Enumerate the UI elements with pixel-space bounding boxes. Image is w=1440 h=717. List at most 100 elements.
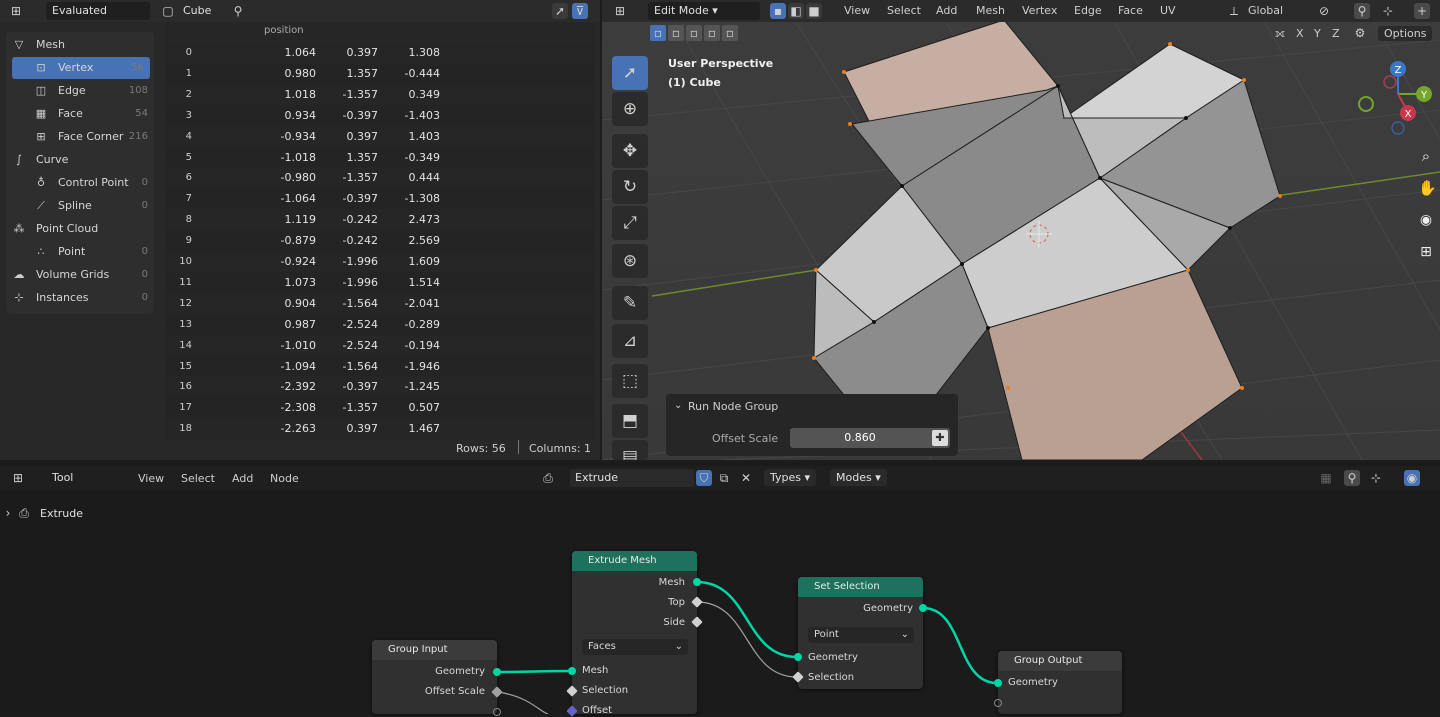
transform-tool-icon[interactable]: ⊛ <box>612 244 648 278</box>
vertex-select-icon[interactable]: ▪ <box>770 3 786 19</box>
menu-select[interactable]: Select <box>887 4 921 17</box>
filter-icon[interactable]: ⊽ <box>572 3 588 19</box>
menu-mesh[interactable]: Mesh <box>976 4 1005 17</box>
tree-item-face[interactable]: ▦ Face 54 <box>6 103 154 125</box>
row-index: 1 <box>185 67 192 79</box>
socket-out-geometry[interactable] <box>919 604 927 612</box>
out-offset-scale-label: Offset Scale <box>424 686 485 697</box>
mode-dropdown[interactable]: Edit Mode ▾ <box>648 2 760 20</box>
select-box-mode-icon[interactable]: ▫ <box>650 25 666 41</box>
rotate-tool-icon[interactable]: ↻ <box>612 170 648 204</box>
position-cell: -0.444 <box>404 66 440 80</box>
tree-item-point[interactable]: ∴ Point 0 <box>6 241 154 263</box>
extrude-tool-icon[interactable]: ⬒ <box>612 404 648 438</box>
node-editor[interactable]: ⊞ Tool View Select Add Node ⎙ Extrude ⛉ … <box>0 462 1440 717</box>
table-row: 7 -1.064 -0.397 -1.308 <box>166 188 594 209</box>
editor-type-icon[interactable]: ⊞ <box>8 3 24 19</box>
tree-item-instances[interactable]: ⊹ Instances 0 <box>6 287 154 309</box>
mirror-z[interactable]: Z <box>1332 27 1340 40</box>
select-box-tool-icon[interactable]: ➚ <box>612 56 648 90</box>
measure-tool-icon[interactable]: ⊿ <box>612 324 648 358</box>
camera-icon[interactable]: ◉ <box>1418 212 1434 228</box>
options-dropdown[interactable]: Options <box>1378 26 1433 41</box>
column-position-header[interactable]: position <box>264 22 304 40</box>
drag-handle-icon[interactable]: ✚ <box>932 430 948 446</box>
inset-tool-icon[interactable]: ▤ <box>612 440 648 460</box>
socket-out-empty[interactable] <box>493 708 501 716</box>
tree-item-volume-grids[interactable]: ☁ Volume Grids 0 <box>6 264 154 286</box>
tree-item-vertex[interactable]: ⊡ Vertex 56 <box>12 57 150 79</box>
zoom-icon[interactable]: ⌕ <box>1418 148 1434 164</box>
pan-hand-icon[interactable]: ✋ <box>1418 180 1437 196</box>
set-selection-header[interactable]: Set Selection <box>798 577 923 597</box>
group-output-header[interactable]: Group Output <box>998 651 1122 671</box>
pivot-icon[interactable]: ⊘ <box>1316 3 1332 19</box>
position-cell: 1.308 <box>408 46 441 59</box>
position-cell: 1.514 <box>408 275 441 289</box>
position-cell: -0.242 <box>342 213 378 227</box>
proportional-icon[interactable]: ⊹ <box>1380 3 1396 19</box>
socket-out-geometry[interactable] <box>493 668 501 676</box>
selected-only-icon[interactable]: ➚ <box>552 3 568 19</box>
menu-edge[interactable]: Edge <box>1074 4 1102 17</box>
position-cell: 1.018 <box>284 87 317 101</box>
mirror-icon[interactable]: ⟗ <box>1272 25 1288 41</box>
menu-add[interactable]: Add <box>936 4 957 17</box>
cursor-tool-icon[interactable]: ⊕ <box>612 92 648 126</box>
socket-out-mesh[interactable] <box>693 578 701 586</box>
evaluation-dropdown[interactable]: Evaluated <box>46 2 150 20</box>
tree-item-spline[interactable]: ⟋ Spline 0 <box>6 195 154 217</box>
snap-icon[interactable]: ⚲ <box>1354 3 1370 19</box>
ortho-grid-icon[interactable]: ⊞ <box>1418 244 1434 260</box>
tree-item-face-corner[interactable]: ⊞ Face Corner 216 <box>6 126 154 148</box>
face-select-icon[interactable]: ■ <box>806 3 822 19</box>
tree-item-curve[interactable]: ∫ Curve <box>6 149 154 171</box>
annotate-tool-icon[interactable]: ✎ <box>612 286 648 320</box>
group-input-node[interactable]: Group Input Geometry Offset Scale <box>372 640 497 714</box>
orientation-dropdown[interactable]: Global <box>1248 4 1283 17</box>
menu-view[interactable]: View <box>844 4 870 17</box>
extrude-mode-dropdown[interactable]: Faces ⌄ <box>582 639 688 655</box>
menu-uv[interactable]: UV <box>1160 4 1176 17</box>
tree-item-mesh[interactable]: ▽ Mesh <box>6 34 154 56</box>
select-intersect-icon[interactable]: ▫ <box>722 25 738 41</box>
add-cube-tool-icon[interactable]: ⬚ <box>612 364 648 398</box>
group-input-header[interactable]: Group Input <box>372 640 497 660</box>
editor-type-icon[interactable]: ⊞ <box>612 3 628 19</box>
socket-in-empty[interactable] <box>994 699 1002 707</box>
3d-viewport[interactable]: Z Y X ⊞ Edit Mode ▾ ▪ ◧ ■ View Select Ad… <box>602 0 1440 460</box>
mirror-x[interactable]: X <box>1296 27 1304 40</box>
offset-scale-field[interactable]: 0.860 ✚ <box>790 428 950 448</box>
extrude-mesh-header[interactable]: Extrude Mesh <box>572 551 697 571</box>
socket-in-geometry[interactable] <box>994 679 1002 687</box>
menu-vertex[interactable]: Vertex <box>1022 4 1057 17</box>
edge-select-icon[interactable]: ◧ <box>788 3 804 19</box>
in-selection-label: Selection <box>808 672 855 683</box>
add-icon[interactable]: + <box>1414 3 1430 19</box>
tree-item-point-cloud[interactable]: ⁂ Point Cloud <box>6 218 154 240</box>
select-subtract-icon[interactable]: ▫ <box>686 25 702 41</box>
operator-title[interactable]: Run Node Group <box>688 400 778 413</box>
socket-in-mesh[interactable] <box>568 667 576 675</box>
mirror-y[interactable]: Y <box>1314 27 1321 40</box>
position-cell: -1.018 <box>280 150 316 164</box>
extrude-mesh-node[interactable]: Extrude Mesh Mesh Top Side Faces ⌄ Mesh S… <box>572 551 697 716</box>
scale-tool-icon[interactable]: ⤢ <box>612 206 648 240</box>
set-selection-node[interactable]: Set Selection Geometry Point ⌄ Geometry S… <box>798 577 923 689</box>
move-tool-icon[interactable]: ✥ <box>612 134 648 168</box>
group-output-node[interactable]: Group Output Geometry <box>998 651 1122 714</box>
tree-item-edge[interactable]: ◫ Edge 108 <box>6 80 154 102</box>
domain-dropdown[interactable]: Point ⌄ <box>808 627 914 643</box>
menu-face[interactable]: Face <box>1118 4 1143 17</box>
socket-in-geometry[interactable] <box>794 653 802 661</box>
pin-icon[interactable]: ⚲ <box>230 3 246 19</box>
table-row: 4 -0.934 0.397 1.403 <box>166 125 594 147</box>
mesh-icon: ▽ <box>14 38 24 51</box>
select-invert-icon[interactable]: ▫ <box>704 25 720 41</box>
auto-merge-icon[interactable]: ⚙ <box>1352 25 1368 41</box>
position-cell: 1.073 <box>284 275 317 289</box>
chevron-down-icon[interactable]: ⌄ <box>674 400 682 411</box>
position-cell: -1.564 <box>342 296 378 310</box>
tree-item-control-point[interactable]: ♁ Control Point 0 <box>6 172 154 194</box>
select-extend-icon[interactable]: ▫ <box>668 25 684 41</box>
